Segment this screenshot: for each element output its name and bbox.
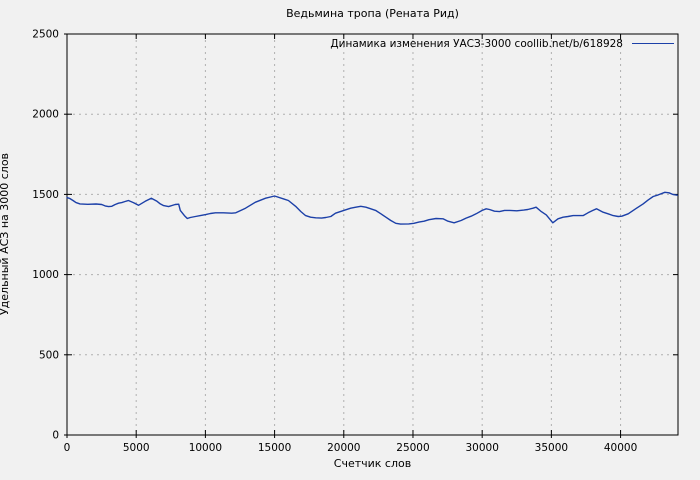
x-tick-label: 40000 [604, 442, 637, 454]
chart-canvas: 0500100015002000250005000100001500020000… [0, 0, 700, 480]
plot-border [67, 34, 678, 435]
y-tick-label: 0 [52, 430, 59, 442]
x-tick-label: 20000 [327, 442, 360, 454]
x-tick-label: 25000 [396, 442, 429, 454]
x-tick-label: 10000 [189, 442, 222, 454]
x-tick-label: 0 [64, 442, 71, 454]
y-tick-label: 1000 [32, 269, 59, 281]
y-axis-title-text: Удельный АСЗ на 3000 слов [0, 153, 11, 315]
x-tick-label: 15000 [258, 442, 291, 454]
chart-title: Ведьмина тропа (Рената Рид) [67, 7, 678, 20]
legend-series-label: Динамика изменения УАСЗ-3000 coollib.net… [330, 38, 623, 50]
y-tick-label: 2500 [32, 29, 59, 41]
x-axis-title: Счетчик слов [67, 457, 678, 470]
legend: Динамика изменения УАСЗ-3000 coollib.net… [330, 36, 674, 51]
y-tick-label: 500 [39, 349, 59, 361]
x-tick-label: 5000 [123, 442, 150, 454]
y-tick-label: 1500 [32, 189, 59, 201]
data-line [67, 192, 677, 224]
legend-line-sample-icon [632, 43, 674, 44]
y-tick-label: 2000 [32, 109, 59, 121]
x-tick-label: 30000 [465, 442, 498, 454]
chart-window: 0500100015002000250005000100001500020000… [0, 0, 700, 480]
x-tick-label: 35000 [535, 442, 568, 454]
